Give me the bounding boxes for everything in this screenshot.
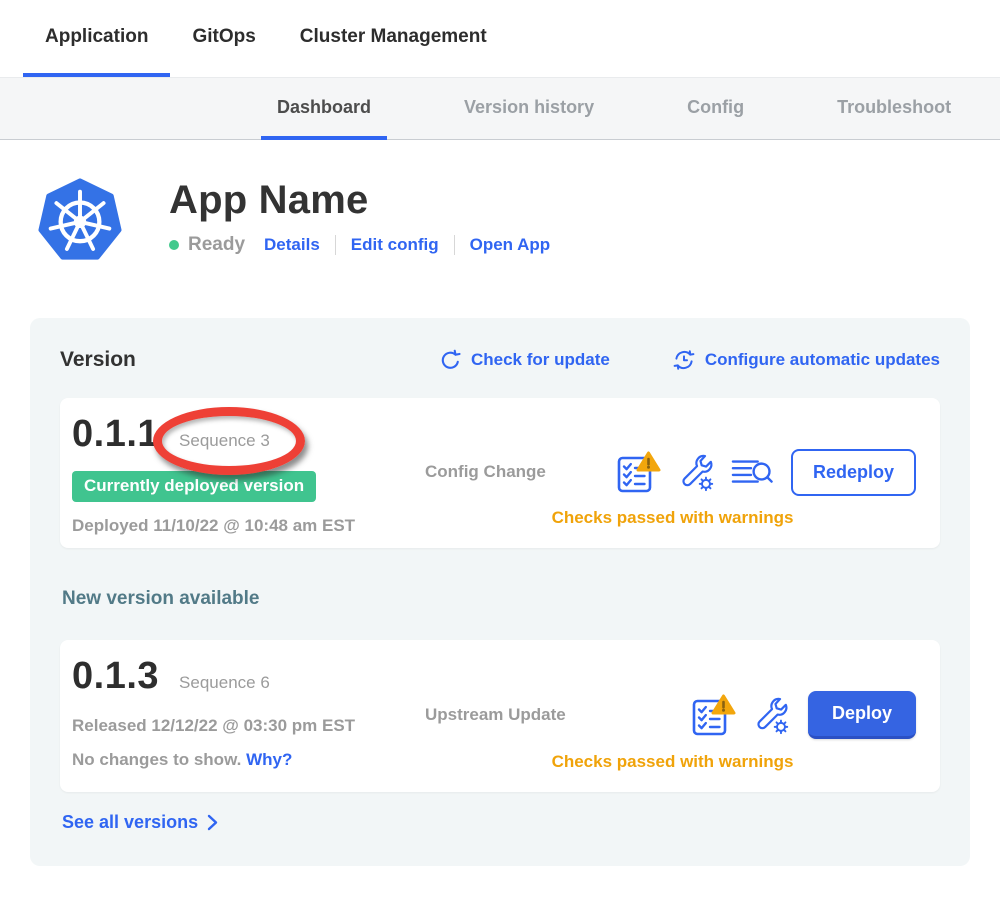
tab-config-label: Config [687, 97, 744, 118]
tab-gitops[interactable]: GitOps [170, 0, 277, 77]
current-version-number: 0.1.1 [72, 412, 159, 458]
preflight-status-current: Checks passed with warnings [425, 508, 920, 528]
tab-dashboard[interactable]: Dashboard [261, 78, 387, 140]
app-header: App Name Ready Details Edit config Open … [0, 140, 1000, 318]
currently-deployed-badge: Currently deployed version [72, 471, 316, 502]
kubernetes-logo-icon [37, 178, 123, 318]
no-changes-note: No changes to show. Why? [72, 750, 425, 770]
check-for-update-link[interactable]: Check for update [439, 349, 610, 372]
open-app-link[interactable]: Open App [470, 235, 551, 255]
check-for-update-label: Check for update [471, 350, 610, 370]
preflight-checks-warning-icon[interactable] [690, 693, 736, 738]
tab-version-history-label: Version history [464, 97, 594, 118]
current-version-sequence: Sequence 3 [179, 431, 270, 451]
details-link[interactable]: Details [264, 235, 320, 255]
tab-config[interactable]: Config [671, 78, 760, 140]
app-sub-nav: Dashboard Version history Config Trouble… [0, 77, 1000, 140]
tab-version-history[interactable]: Version history [448, 78, 610, 140]
sequence-label: Sequence 3 [179, 431, 270, 450]
available-version-sequence: Sequence 6 [179, 673, 270, 693]
version-panel-title: Version [60, 348, 136, 372]
status-ready-dot [169, 240, 179, 250]
auto-update-clock-icon [672, 348, 696, 372]
view-files-diff-icon[interactable] [731, 457, 773, 488]
tab-cluster-management-label: Cluster Management [300, 26, 487, 48]
configure-auto-updates-link[interactable]: Configure automatic updates [672, 348, 940, 372]
deploy-button[interactable]: Deploy [808, 691, 916, 739]
tab-dashboard-label: Dashboard [277, 97, 371, 118]
available-version-number: 0.1.3 [72, 654, 159, 700]
preflight-status-available: Checks passed with warnings [425, 752, 920, 772]
version-panel: Version Check for update Configu [30, 318, 970, 866]
tab-gitops-label: GitOps [192, 26, 255, 48]
released-timestamp: Released 12/12/22 @ 03:30 pm EST [72, 716, 425, 736]
config-wrench-icon[interactable] [752, 695, 790, 735]
deployed-timestamp: Deployed 11/10/22 @ 10:48 am EST [72, 516, 425, 536]
current-version-card: 0.1.1 Sequence 3 Currently deployed vers… [60, 398, 940, 548]
see-all-versions-label: See all versions [62, 812, 198, 833]
why-link[interactable]: Why? [246, 750, 292, 769]
divider [454, 235, 455, 255]
chevron-right-icon [207, 814, 218, 831]
current-version-source: Config Change [425, 462, 546, 482]
edit-config-link[interactable]: Edit config [351, 235, 439, 255]
see-all-versions-link[interactable]: See all versions [62, 812, 218, 833]
preflight-checks-warning-icon[interactable] [615, 450, 661, 495]
available-version-card: 0.1.3 Sequence 6 Released 12/12/22 @ 03:… [60, 640, 940, 792]
available-version-source: Upstream Update [425, 705, 566, 725]
configure-auto-updates-label: Configure automatic updates [705, 350, 940, 370]
config-wrench-icon[interactable] [677, 452, 715, 492]
tab-troubleshoot-label: Troubleshoot [837, 97, 951, 118]
tab-cluster-management[interactable]: Cluster Management [278, 0, 509, 77]
page-title: App Name [169, 178, 550, 223]
status-badge: Ready [188, 234, 245, 256]
no-changes-text: No changes to show. [72, 750, 241, 769]
redeploy-button[interactable]: Redeploy [791, 449, 916, 496]
divider [335, 235, 336, 255]
new-version-heading: New version available [62, 588, 940, 610]
tab-troubleshoot[interactable]: Troubleshoot [821, 78, 967, 140]
refresh-icon [439, 349, 462, 372]
tab-application-label: Application [45, 26, 148, 48]
tab-application[interactable]: Application [23, 0, 170, 77]
primary-nav: Application GitOps Cluster Management [0, 0, 1000, 77]
